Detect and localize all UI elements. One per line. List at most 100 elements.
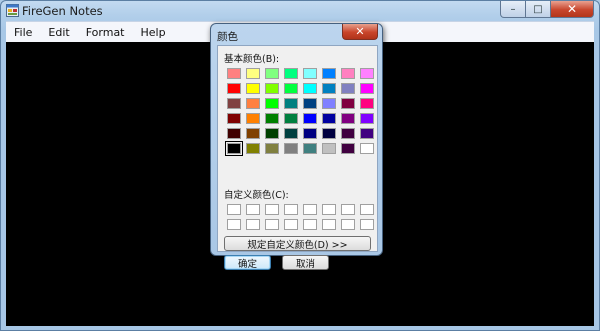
basic-color-cell xyxy=(338,96,357,111)
basic-color-swatch[interactable] xyxy=(264,113,279,124)
custom-color-swatch[interactable] xyxy=(340,219,355,230)
custom-colors-grid xyxy=(224,202,376,232)
custom-color-swatch[interactable] xyxy=(321,204,336,215)
basic-color-cell xyxy=(300,141,319,156)
basic-color-swatch[interactable] xyxy=(302,143,317,154)
basic-color-swatch[interactable] xyxy=(283,128,298,139)
custom-color-swatch[interactable] xyxy=(226,219,241,230)
basic-color-cell xyxy=(281,141,300,156)
menu-edit[interactable]: Edit xyxy=(40,26,77,39)
basic-color-swatch[interactable] xyxy=(340,113,355,124)
dialog-title: 颜色 xyxy=(217,31,238,43)
basic-color-swatch[interactable] xyxy=(283,143,298,154)
basic-color-cell xyxy=(357,66,376,81)
basic-color-cell xyxy=(224,126,243,141)
close-button[interactable]: ✕ xyxy=(551,1,594,18)
basic-color-swatch[interactable] xyxy=(359,113,374,124)
custom-color-swatch[interactable] xyxy=(245,204,260,215)
basic-color-swatch[interactable] xyxy=(302,113,317,124)
maximize-button[interactable]: □ xyxy=(526,1,551,18)
basic-color-swatch[interactable] xyxy=(264,68,279,79)
custom-color-swatch[interactable] xyxy=(264,219,279,230)
custom-color-swatch[interactable] xyxy=(302,204,317,215)
basic-color-cell xyxy=(224,81,243,96)
basic-color-swatch[interactable] xyxy=(245,113,260,124)
basic-color-swatch[interactable] xyxy=(226,68,241,79)
basic-color-cell xyxy=(243,96,262,111)
custom-color-cell xyxy=(300,217,319,232)
menu-file[interactable]: File xyxy=(6,26,40,39)
basic-color-swatch[interactable] xyxy=(321,83,336,94)
basic-color-swatch[interactable] xyxy=(283,98,298,109)
menu-format[interactable]: Format xyxy=(78,26,133,39)
custom-color-swatch[interactable] xyxy=(321,219,336,230)
basic-color-swatch[interactable] xyxy=(302,98,317,109)
basic-color-swatch[interactable] xyxy=(226,128,241,139)
basic-color-swatch[interactable] xyxy=(359,68,374,79)
basic-color-cell xyxy=(300,111,319,126)
basic-color-swatch[interactable] xyxy=(245,98,260,109)
basic-color-swatch[interactable] xyxy=(226,98,241,109)
custom-color-swatch[interactable] xyxy=(283,204,298,215)
basic-color-swatch[interactable] xyxy=(359,83,374,94)
basic-color-swatch[interactable] xyxy=(245,68,260,79)
basic-color-swatch[interactable] xyxy=(264,98,279,109)
basic-color-swatch[interactable] xyxy=(283,68,298,79)
basic-color-cell xyxy=(357,141,376,156)
basic-color-swatch[interactable] xyxy=(340,98,355,109)
basic-color-swatch[interactable] xyxy=(359,143,374,154)
custom-color-swatch[interactable] xyxy=(226,204,241,215)
basic-color-swatch[interactable] xyxy=(321,143,336,154)
menu-help[interactable]: Help xyxy=(133,26,174,39)
basic-color-swatch[interactable] xyxy=(283,83,298,94)
basic-color-swatch[interactable] xyxy=(264,83,279,94)
custom-color-swatch[interactable] xyxy=(302,219,317,230)
custom-color-swatch[interactable] xyxy=(283,219,298,230)
basic-color-swatch[interactable] xyxy=(302,128,317,139)
title-bar[interactable]: FireGen Notes – □ ✕ xyxy=(1,1,599,21)
basic-color-swatch[interactable] xyxy=(340,128,355,139)
basic-color-swatch[interactable] xyxy=(359,98,374,109)
basic-color-swatch[interactable] xyxy=(224,141,243,156)
dialog-close-button[interactable]: ✕ xyxy=(342,24,378,40)
custom-color-cell xyxy=(224,217,243,232)
basic-color-cell xyxy=(338,66,357,81)
basic-color-cell xyxy=(224,111,243,126)
basic-color-cell xyxy=(319,81,338,96)
define-custom-colors-button[interactable]: 规定自定义颜色(D) >> xyxy=(224,236,371,251)
custom-color-swatch[interactable] xyxy=(340,204,355,215)
basic-color-swatch[interactable] xyxy=(302,83,317,94)
basic-color-swatch[interactable] xyxy=(226,83,241,94)
basic-color-swatch[interactable] xyxy=(302,68,317,79)
basic-color-swatch[interactable] xyxy=(359,128,374,139)
basic-color-swatch[interactable] xyxy=(321,68,336,79)
basic-color-swatch[interactable] xyxy=(245,128,260,139)
basic-color-swatch[interactable] xyxy=(321,113,336,124)
basic-color-swatch[interactable] xyxy=(340,83,355,94)
basic-color-swatch[interactable] xyxy=(245,143,260,154)
custom-colors-label: 自定义颜色(C): xyxy=(224,190,289,201)
basic-color-swatch[interactable] xyxy=(321,98,336,109)
app-title: FireGen Notes xyxy=(22,4,103,18)
cancel-button[interactable]: 取消 xyxy=(282,255,329,270)
basic-color-swatch[interactable] xyxy=(264,143,279,154)
custom-color-swatch[interactable] xyxy=(245,219,260,230)
basic-color-swatch[interactable] xyxy=(321,128,336,139)
basic-color-swatch[interactable] xyxy=(340,143,355,154)
basic-color-swatch[interactable] xyxy=(226,113,241,124)
basic-color-swatch[interactable] xyxy=(264,128,279,139)
minimize-button[interactable]: – xyxy=(500,1,526,18)
basic-color-swatch[interactable] xyxy=(245,83,260,94)
basic-color-swatch[interactable] xyxy=(340,68,355,79)
custom-color-swatch[interactable] xyxy=(359,219,374,230)
custom-color-swatch[interactable] xyxy=(359,204,374,215)
basic-color-swatch[interactable] xyxy=(283,113,298,124)
custom-color-cell xyxy=(357,202,376,217)
basic-color-cell xyxy=(357,111,376,126)
custom-color-swatch[interactable] xyxy=(264,204,279,215)
window-controls: – □ ✕ xyxy=(500,1,594,18)
ok-button[interactable]: 确定 xyxy=(224,255,271,270)
basic-color-cell xyxy=(281,66,300,81)
basic-color-cell xyxy=(224,96,243,111)
custom-color-cell xyxy=(243,217,262,232)
